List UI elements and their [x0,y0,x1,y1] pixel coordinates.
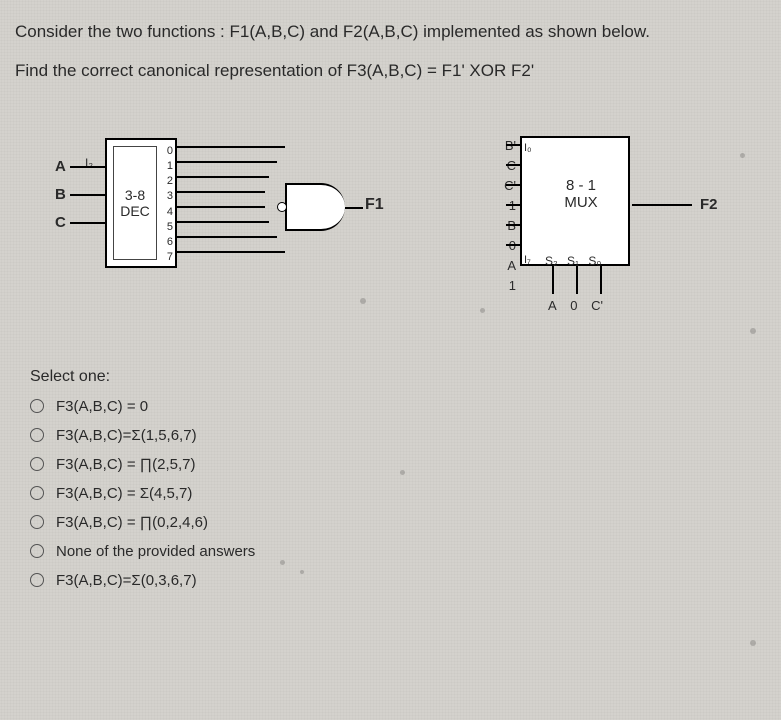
mux-inputs: B' C C' 1 B 0 A 1 [472,136,516,296]
option-label: F3(A,B,C) = ∏(2,5,7) [56,456,195,473]
question-text: Consider the two functions : F1(A,B,C) a… [0,0,781,86]
radio-icon[interactable] [30,515,44,529]
decoder-output-pins: 0 1 2 3 4 5 6 7 [167,144,173,266]
option-5[interactable]: F3(A,B,C) = ∏(0,2,4,6) [30,514,751,531]
option-label: F3(A,B,C) = Σ(4,5,7) [56,485,192,502]
radio-icon[interactable] [30,399,44,413]
mux-select-inputs: A 0 C' [548,298,613,313]
radio-icon[interactable] [30,544,44,558]
option-label: F3(A,B,C)=Σ(1,5,6,7) [56,427,197,444]
radio-icon[interactable] [30,428,44,442]
question-line-2: Find the correct canonical representatio… [15,57,766,86]
radio-icon[interactable] [30,486,44,500]
radio-icon[interactable] [30,573,44,587]
option-3[interactable]: F3(A,B,C) = ∏(2,5,7) [30,456,751,473]
mux-block: 8 - 1 MUX [520,136,630,266]
decoder-input-b: B [55,186,66,214]
decoder-input-a: A [55,158,66,186]
gate [285,183,345,231]
mux-title-1: 8 - 1 [566,177,596,194]
option-7[interactable]: F3(A,B,C)=Σ(0,3,6,7) [30,572,751,589]
decoder-inputs: A B C [55,158,66,242]
decoder-title-1: 3-8 [125,187,145,203]
mux-i7-label: I₇ [524,252,532,272]
option-label: None of the provided answers [56,543,255,560]
gate-output-label: F1 [365,196,384,214]
option-label: F3(A,B,C)=Σ(0,3,6,7) [56,572,197,589]
answer-section: Select one: F3(A,B,C) = 0 F3(A,B,C)=Σ(1,… [0,368,781,589]
circuit-diagram: A B C I₂ 3-8 DEC 0 1 2 3 4 5 6 7 [0,98,781,358]
question-line-1: Consider the two functions : F1(A,B,C) a… [15,18,766,47]
option-label: F3(A,B,C) = 0 [56,398,148,415]
option-label: F3(A,B,C) = ∏(0,2,4,6) [56,514,208,531]
radio-icon[interactable] [30,457,44,471]
mux-io-markers: I₀ I₇ [524,140,532,272]
mux-i0-label: I₀ [524,140,532,160]
option-1[interactable]: F3(A,B,C) = 0 [30,398,751,415]
decoder-input-c: C [55,214,66,242]
mux-title-2: MUX [564,194,597,211]
select-prompt: Select one: [30,368,751,386]
gate-input-bubble [277,202,287,212]
decoder-block: 3-8 DEC 0 1 2 3 4 5 6 7 [105,138,177,268]
mux-output-label: F2 [700,196,718,213]
decoder-title-2: DEC [120,203,150,219]
option-6[interactable]: None of the provided answers [30,543,751,560]
option-2[interactable]: F3(A,B,C)=Σ(1,5,6,7) [30,427,751,444]
option-4[interactable]: F3(A,B,C) = Σ(4,5,7) [30,485,751,502]
